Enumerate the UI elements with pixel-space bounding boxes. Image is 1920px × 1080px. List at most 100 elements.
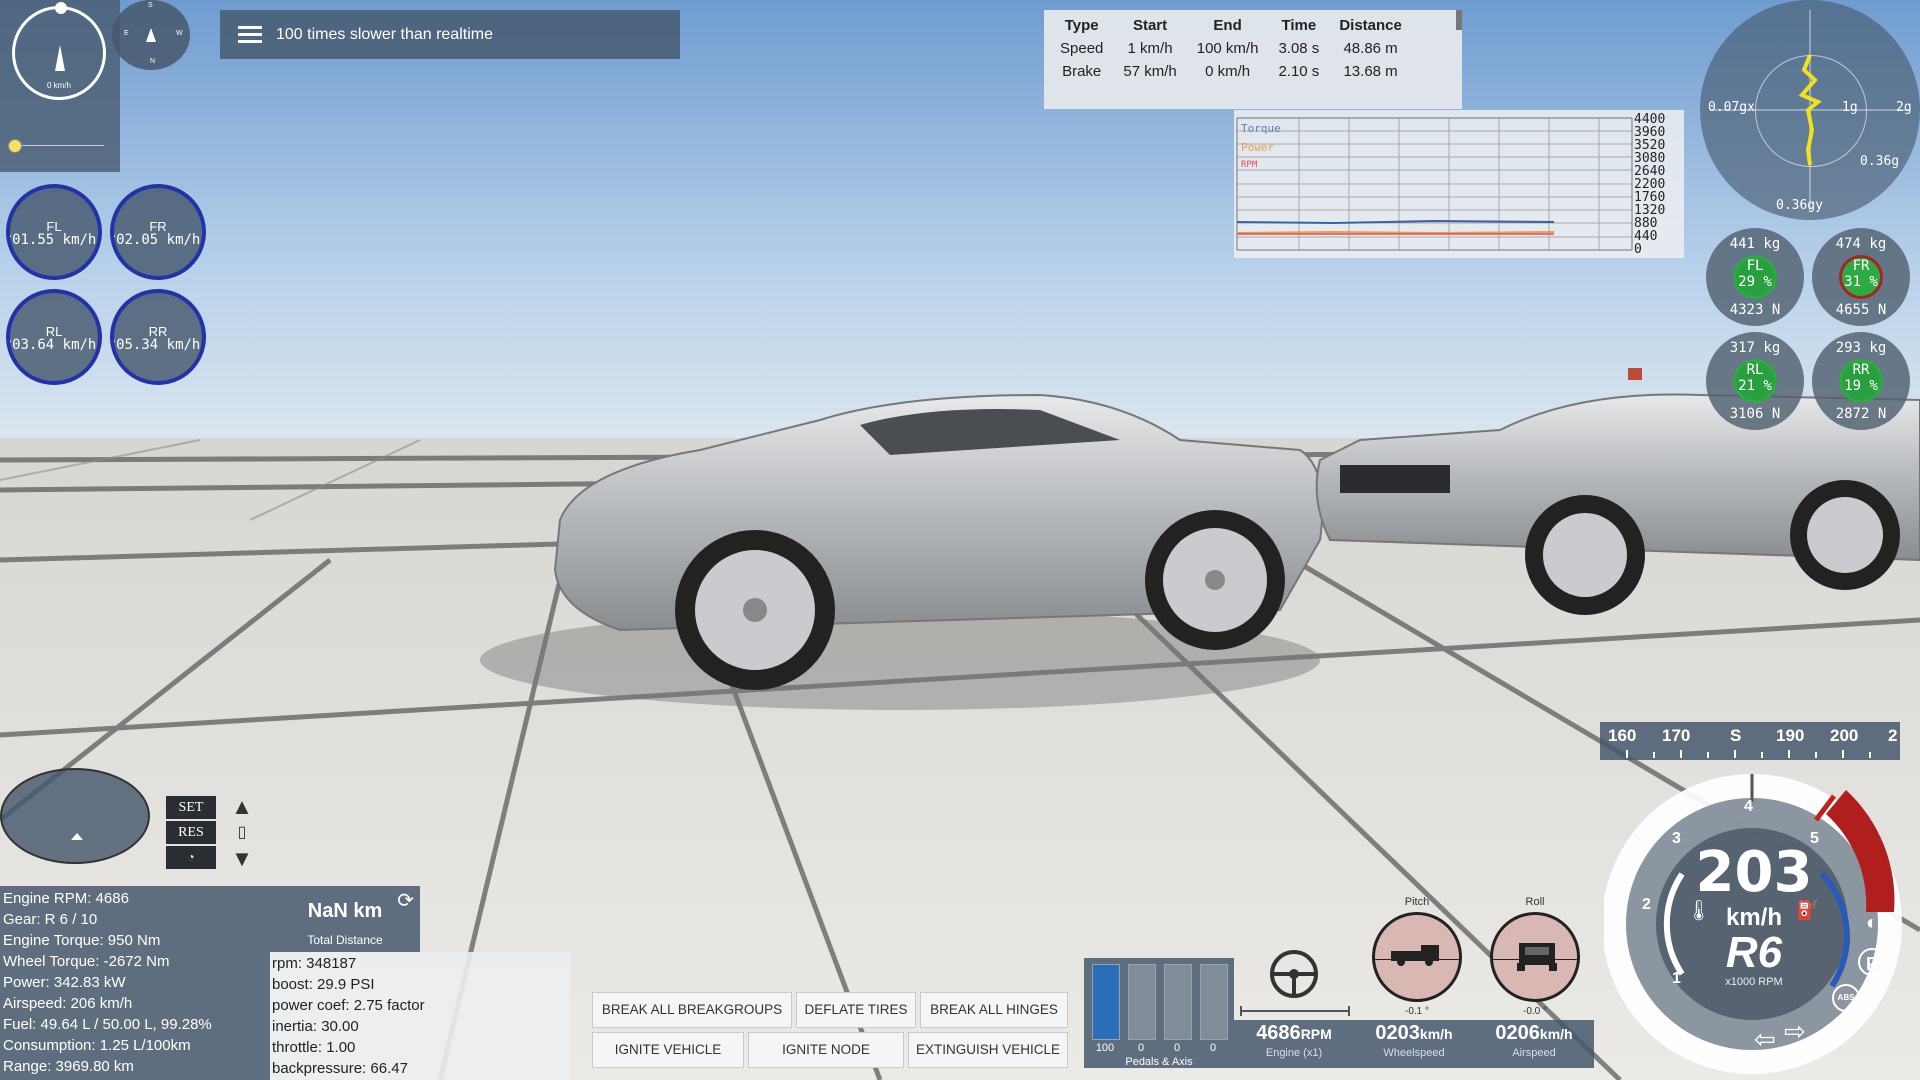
zoom-slider-track[interactable] xyxy=(14,145,104,146)
cell: 13.68 m xyxy=(1343,63,1398,80)
pedals-caption: Pedals & Axis xyxy=(1125,1056,1193,1068)
load-rl: 317 kg RL 21 % 3106 N xyxy=(1706,332,1804,430)
compass-n: N xyxy=(150,58,156,65)
roll-label: Roll xyxy=(1525,896,1545,908)
power-line xyxy=(1236,230,1555,235)
turn-left-icon[interactable]: ⇦ xyxy=(1754,1024,1776,1055)
stat-line: Consumption: 1.25 L/100km xyxy=(3,1037,191,1054)
compass-marker xyxy=(55,2,67,14)
g-trace xyxy=(1798,54,1822,166)
steering-wheel-icon xyxy=(1270,950,1318,998)
load-mass: 441 kg xyxy=(1729,236,1781,252)
pitch-label: Pitch xyxy=(1404,896,1430,908)
break-all-hinges-button[interactable]: BREAK ALL HINGES xyxy=(920,992,1068,1028)
menu-icon[interactable] xyxy=(238,26,262,43)
nav-speed-label: 0 km/h xyxy=(46,81,71,90)
pedal-value: 0 xyxy=(1173,1042,1181,1054)
debug-line: power coef: 2.75 factor xyxy=(272,997,425,1014)
mini-compass: S E W N xyxy=(112,0,190,70)
debug-line: backpressure: 66.47 xyxy=(272,1060,408,1077)
parking-brake-icon[interactable]: P xyxy=(1858,948,1886,976)
stat-line: Engine RPM: 4686 xyxy=(3,890,129,907)
g-lateral-label: 0.07gx xyxy=(1708,100,1755,115)
coolant-temp-icon: 🌡 xyxy=(1686,900,1712,922)
wheel-speed-value: 203.64 km/h xyxy=(6,337,97,353)
wheel-speed-fr: FR 202.05 km/h xyxy=(110,184,206,280)
load-mass: 474 kg xyxy=(1835,236,1887,252)
readout-unit: RPM xyxy=(1300,1026,1332,1042)
load-force: 4655 N xyxy=(1835,302,1887,318)
break-all-breakgroups-button[interactable]: BREAK ALL BREAKGROUPS xyxy=(592,992,792,1028)
load-mass: 317 kg xyxy=(1729,340,1781,356)
cell: Brake xyxy=(1062,63,1102,80)
refresh-icon[interactable]: ⟳ xyxy=(397,888,414,913)
cell: 0 km/h xyxy=(1205,63,1251,80)
digital-readouts: 4686RPM Engine (x1) 0203km/h Wheelspeed … xyxy=(1234,1020,1594,1068)
load-center: RR 19 % xyxy=(1812,362,1910,394)
wheel-speed-fl: FL 201.55 km/h xyxy=(6,184,102,280)
stat-line: Power: 342.83 kW xyxy=(3,974,126,991)
simulation-speed-bar[interactable]: 100 times slower than realtime xyxy=(220,10,680,59)
cell: 1 km/h xyxy=(1127,40,1173,57)
torque-power-graph: Torque Power RPM 4400 3960 3520 3080 264… xyxy=(1234,110,1684,258)
heading-tick: 200 xyxy=(1830,726,1859,745)
wheel-speed-rl: RL 203.64 km/h xyxy=(6,289,102,385)
speedometer-icon[interactable]: ◔ xyxy=(166,846,216,869)
readout-engine: 4686RPM Engine (x1) xyxy=(1234,1022,1354,1059)
cruise-res-button[interactable]: RES xyxy=(166,821,216,844)
col-end: End xyxy=(1213,17,1242,34)
header-title: 100 times slower than realtime xyxy=(276,25,493,43)
stat-line: Fuel: 49.64 L / 50.00 L, 99.28% xyxy=(3,1016,212,1033)
debug-line: throttle: 1.00 xyxy=(272,1039,356,1056)
wheel-speed-value: 201.55 km/h xyxy=(6,232,97,248)
load-rr: 293 kg RR 19 % 2872 N xyxy=(1812,332,1910,430)
graph-grid xyxy=(1236,117,1633,251)
cell: 100 km/h xyxy=(1196,40,1259,57)
wheel-speed-rr: RR 205.34 km/h xyxy=(110,289,206,385)
deflate-tires-button[interactable]: DEFLATE TIRES xyxy=(796,992,916,1028)
wheel-speed-value: 202.05 km/h xyxy=(110,232,201,248)
g-value-label: 0.36g xyxy=(1860,154,1900,169)
readout-caption: Airspeed xyxy=(1512,1047,1556,1059)
cruise-up-icon[interactable]: ▲ xyxy=(230,794,254,820)
cruise-set-button[interactable]: SET xyxy=(166,796,216,819)
steering-input-pad[interactable] xyxy=(0,768,150,864)
heading-tick: 190 xyxy=(1776,726,1805,745)
pedal-value: 100 xyxy=(1095,1042,1115,1054)
load-pct: 21 % xyxy=(1738,378,1772,394)
legend-torque: Torque xyxy=(1241,122,1281,135)
abs-icon[interactable]: ABS xyxy=(1832,984,1860,1012)
readout-wheelspeed: 0203km/h Wheelspeed xyxy=(1354,1022,1474,1059)
speedometer: 4 5 3 2 1 203 km/h R6 x1000 RPM 🌡 ⛽ ◐ P … xyxy=(1604,762,1920,1080)
compass-s: S xyxy=(148,2,153,9)
readout-number: 4686 xyxy=(1256,1022,1301,1044)
caret-up-icon xyxy=(71,833,83,840)
load-center: RL 21 % xyxy=(1706,362,1804,394)
extinguish-vehicle-button[interactable]: EXTINGUISH VEHICLE xyxy=(908,1032,1068,1068)
readout-airspeed: 0206km/h Airspeed xyxy=(1474,1022,1594,1059)
readout-caption: Engine (x1) xyxy=(1265,1047,1323,1059)
zoom-slider-knob[interactable] xyxy=(8,139,22,153)
headlight-icon[interactable]: ◐ xyxy=(1866,912,1878,935)
total-distance-panel: ⟳ NaN km Total Distance xyxy=(270,886,420,952)
ignite-node-button[interactable]: IGNITE NODE xyxy=(748,1032,904,1068)
cruise-down-icon[interactable]: ▼ xyxy=(230,846,254,872)
steering-axis-bar xyxy=(1240,1006,1350,1016)
load-force: 3106 N xyxy=(1729,406,1781,422)
ignite-vehicle-button[interactable]: IGNITE VEHICLE xyxy=(592,1032,744,1068)
pitch-value: -0.1 ° xyxy=(1404,1006,1429,1017)
compass-e: E xyxy=(124,30,129,37)
load-force: 4323 N xyxy=(1729,302,1781,318)
turn-right-icon[interactable]: ⇨ xyxy=(1784,1016,1806,1047)
load-center: FL 29 % xyxy=(1706,258,1804,290)
load-fl: 441 kg FL 29 % 4323 N xyxy=(1706,228,1804,326)
cell: Speed xyxy=(1060,40,1104,57)
roll-gauge xyxy=(1490,912,1580,1002)
compass-dial[interactable]: 0 km/h xyxy=(12,2,106,100)
table-scrollbar[interactable] xyxy=(1456,10,1462,30)
col-time: Time xyxy=(1281,17,1317,34)
cruise-lock-icon[interactable]: ▯ xyxy=(230,820,254,846)
load-pos: RR xyxy=(1852,362,1870,378)
acceleration-table: Type Start End Time Distance Speed 1 km/… xyxy=(1044,10,1462,109)
engine-debug-panel: rpm: 348187 boost: 29.9 PSI power coef: … xyxy=(270,952,570,1080)
